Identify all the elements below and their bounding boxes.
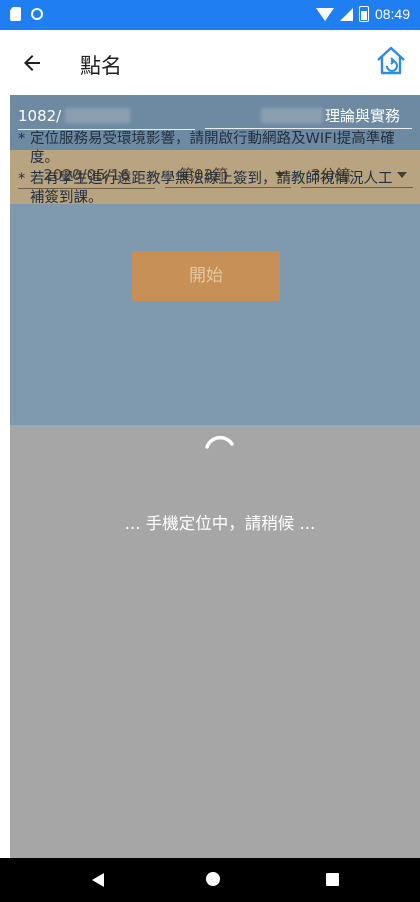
course-name-field[interactable]: 理論與實務: [205, 97, 412, 129]
sd-card-icon: [10, 7, 21, 21]
status-time: 08:49: [374, 6, 410, 22]
loading-spinner-icon: [205, 435, 234, 449]
course-id-field[interactable]: 1082/: [18, 97, 195, 130]
nav-recents-icon[interactable]: [326, 873, 339, 886]
nav-home-icon[interactable]: [206, 872, 220, 886]
home-button[interactable]: [374, 44, 408, 78]
loading-overlay: [10, 425, 420, 858]
back-button[interactable]: [20, 48, 50, 78]
home-icon: [377, 46, 405, 75]
battery-icon: [358, 6, 369, 22]
status-bar: 08:49: [0, 0, 420, 30]
start-button[interactable]: 開始: [132, 251, 280, 301]
dropdown-caret-icon: [397, 172, 407, 178]
nav-back-icon[interactable]: [92, 873, 104, 887]
notes-panel: [10, 204, 420, 425]
wifi-icon: [315, 7, 334, 21]
note-item: * 若有學生進行遠距教學無法線上簽到，請教師視情況人工補簽到課。: [18, 171, 393, 206]
arrow-left-icon: [24, 55, 40, 71]
signal-icon: [339, 7, 353, 21]
loading-message: ... 手機定位中，請稍候 ...: [124, 514, 316, 533]
page-title: 點名: [80, 54, 122, 78]
notes-list: * 定位服務易受環境影響，請開啟行動網路及WIFI提高準確度。 * 若有學生進行遠距…: [18, 130, 398, 210]
notification-circle-icon: [31, 8, 43, 20]
app-bar: 點名: [0, 30, 420, 95]
note-item: * 定位服務易受環境影響，請開啟行動網路及WIFI提高準確度。: [18, 131, 395, 166]
system-nav-bar: [0, 858, 420, 902]
